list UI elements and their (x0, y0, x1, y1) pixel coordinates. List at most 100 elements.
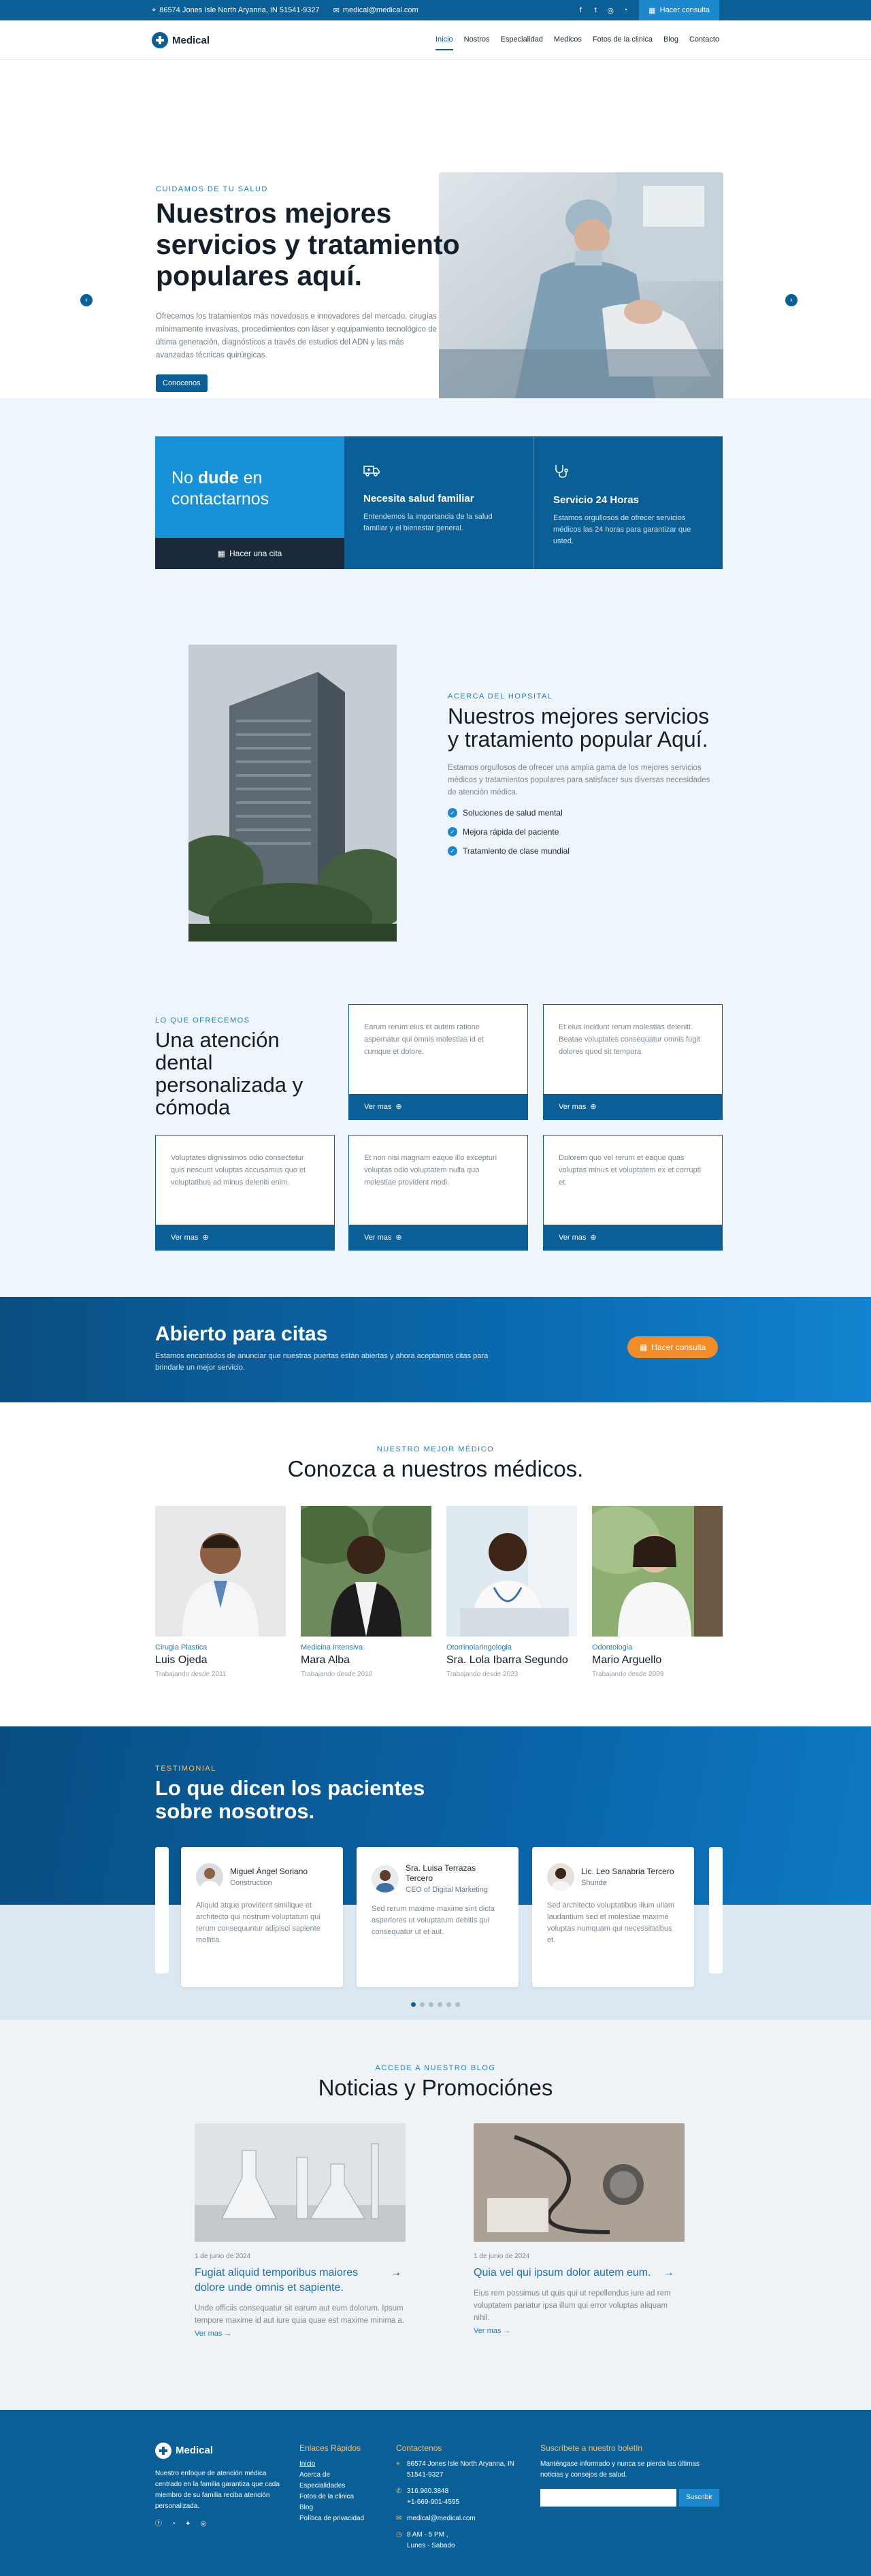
newsletter-email-input[interactable] (540, 2489, 676, 2507)
blog-post-title[interactable]: Fugiat aliquid temporibus maiores dolore… (195, 2266, 406, 2296)
doctor-card[interactable]: Otorrinolaringologia Sra. Lola Ibarra Se… (446, 1506, 577, 1678)
footer-contact-col: Contactenos ⌖ 86574 Jones Isle North Arya… (396, 2443, 525, 2557)
email-text[interactable]: medical@medical.com (343, 6, 418, 14)
stethoscope-icon (553, 465, 570, 481)
facebook-icon[interactable]: f (576, 6, 585, 14)
hospital-building-photo (188, 645, 397, 941)
footer-link[interactable]: Fotos de la clinica (299, 2492, 388, 2502)
doctor-card[interactable]: Cirugia Plastica Luis Ojeda Trabajando d… (155, 1506, 286, 1678)
email-info[interactable]: ✉ medical@medical.com (333, 6, 418, 15)
blog-eyebrow: ACCEDE A NUESTRO BLOG (375, 2064, 496, 2072)
services-intro: LO QUE OFRECEMOS Una atención dental per… (155, 1016, 332, 1118)
hero-section: CUIDAMOS DE TU SALUD Nuestros mejores se… (0, 60, 871, 406)
nav-link-contacto[interactable]: Contacto (689, 30, 719, 50)
footer-about-text: Nuestro enfoque de atención médica centr… (155, 2470, 280, 2510)
service-card: Dolorem quo vel rerum et eaque quas volu… (543, 1135, 723, 1251)
service-text: Et eius incidunt rerum molestias delenit… (559, 1023, 700, 1056)
twitter-icon[interactable]: ✦ (185, 2519, 191, 2530)
pagination-dot[interactable] (411, 2002, 416, 2007)
doctor-card[interactable]: Odontologia Mario Arguello Trabajando de… (592, 1506, 723, 1678)
hero-cta-button[interactable]: Conocenos (156, 374, 208, 392)
twitter-icon[interactable]: t (591, 6, 599, 14)
footer-link[interactable]: Especialidades (299, 2481, 388, 2492)
footer-hours: ◷ 8 AM - 5 PM , Lunes - Sabado (396, 2530, 525, 2551)
consult-button[interactable]: ▦ Hacer consulta (639, 0, 719, 20)
mail-icon: ✉ (333, 6, 340, 15)
appointment-button[interactable]: ▦ Hacer una cita (155, 538, 344, 569)
check-icon: ✓ (448, 827, 457, 837)
arrow-right-circle-icon: ⊕ (395, 1234, 402, 1242)
footer-link[interactable]: Acerca de (299, 2470, 388, 2481)
feature-text: Entendemos la importancia de la salud fa… (363, 513, 493, 532)
nav-links: Inicio Nostros Especialidad Medicos Foto… (435, 30, 719, 50)
arrow-right-circle-icon: ⊕ (202, 1234, 209, 1242)
brand-name: Medical (172, 34, 210, 46)
blog-post-image[interactable] (474, 2123, 685, 2242)
check-icon: ✓ (448, 846, 457, 856)
blog-post-date: 1 de junio de 2024 (474, 2253, 530, 2260)
footer-phone[interactable]: ✆ 316.960.3848 +1-669-901-4595 (396, 2486, 525, 2508)
blog-post-title[interactable]: Quia vel qui ipsum dolor autem eum. → (474, 2266, 685, 2281)
contact-us-panel: No dude en contactarnos ▦ Hacer una cita (155, 436, 344, 569)
cta-consult-button[interactable]: ▦ Hacer consulta (627, 1336, 719, 1358)
pagination-dot[interactable] (446, 2002, 451, 2007)
footer-link[interactable]: Blog (299, 2502, 388, 2513)
main-nav: Medical Inicio Nostros Especialidad Medi… (0, 20, 871, 60)
checklist-item: ✓ Soluciones de salud mental (448, 808, 720, 818)
nav-link-fotos[interactable]: Fotos de la clinica (593, 30, 653, 50)
slider-next-arrow-icon[interactable]: › (785, 294, 798, 306)
facebook-icon[interactable]: ⓕ (155, 2519, 162, 2530)
doctor-card[interactable]: Medicina Intensiva Mara Alba Trabajando … (301, 1506, 431, 1678)
whatsapp-icon[interactable]: ◔ (621, 6, 629, 14)
service-more-button[interactable]: Ver mas ⊕ (349, 1094, 527, 1119)
footer-link[interactable]: Política de privacidad (299, 2513, 388, 2524)
brand-logo[interactable]: Medical (152, 32, 210, 48)
blog-post-image[interactable] (195, 2123, 406, 2242)
nav-link-nostros[interactable]: Nostros (464, 30, 490, 50)
arrow-right-circle-icon: ⊕ (395, 1103, 402, 1111)
testimonial-name: Miguel Ángel Soriano (230, 1867, 308, 1876)
whatsapp-icon[interactable]: ◔ (171, 2519, 176, 2530)
service-more-button[interactable]: Ver mas ⊕ (156, 1225, 334, 1250)
slider-prev-arrow-icon[interactable]: ‹ (80, 294, 93, 306)
testimonial-role: Shunde (581, 1879, 607, 1887)
nav-link-medicos[interactable]: Medicos (554, 30, 582, 50)
doctors-section: NUESTRO MEJOR MÉDICO Conozca a nuestros … (0, 1402, 871, 1726)
pagination-dot[interactable] (420, 2002, 425, 2007)
nav-link-especialidad[interactable]: Especialidad (501, 30, 543, 50)
footer-logo[interactable]: Medical (155, 2443, 291, 2459)
nav-link-blog[interactable]: Blog (663, 30, 678, 50)
checklist-item: ✓ Tratamiento de clase mundial (448, 846, 720, 856)
address-info: ⌖ 86574 Jones Isle North Aryanna, IN 515… (152, 6, 320, 15)
subscribe-button[interactable]: Suscribir (679, 2489, 719, 2507)
instagram-icon[interactable]: ◎ (606, 6, 614, 15)
testimonial-text: Sed rerum maxime maxime sint dicta asper… (372, 1905, 495, 1936)
service-more-button[interactable]: Ver mas ⊕ (544, 1094, 722, 1119)
pagination-dot[interactable] (455, 2002, 460, 2007)
footer-link[interactable]: Inicio (299, 2459, 388, 2470)
pagination-dot[interactable] (429, 2002, 433, 2007)
blog-post-card: 1 de junio de 2024 Fugiat aliquid tempor… (195, 2123, 406, 2339)
hero-eyebrow: CUIDAMOS DE TU SALUD (156, 185, 268, 193)
blog-read-more-link[interactable]: Ver mas → (474, 2327, 510, 2335)
service-more-button[interactable]: Ver mas ⊕ (544, 1225, 722, 1250)
feature-text: Estamos orgullosos de ofrecer servicios … (553, 514, 691, 545)
pagination-dot[interactable] (438, 2002, 442, 2007)
blog-post-excerpt: Eius rem possimus ut quis qui ut repelle… (474, 2289, 671, 2322)
instagram-icon[interactable]: ◎ (200, 2519, 206, 2530)
check-icon: ✓ (448, 808, 457, 818)
blog-read-more-link[interactable]: Ver mas → (195, 2330, 231, 2338)
contact-feature-strip: No dude en contactarnos ▦ Hacer una cita… (155, 436, 723, 569)
doctor-name: Luis Ojeda (155, 1654, 208, 1666)
about-title: Nuestros mejores servicios y tratamiento… (448, 704, 710, 752)
nav-link-inicio[interactable]: Inicio (435, 30, 453, 50)
footer-links-title: Enlaces Rápidos (299, 2443, 361, 2453)
footer-email[interactable]: ✉ medical@medical.com (396, 2513, 525, 2524)
doctor-photo (155, 1506, 286, 1637)
feature-title: Necesita salud familiar (363, 493, 474, 504)
service-more-button[interactable]: Ver mas ⊕ (349, 1225, 527, 1250)
doctor-specialty: Medicina Intensiva (301, 1643, 363, 1652)
arrow-right-circle-icon: ⊕ (590, 1103, 597, 1111)
service-text: Et non nisi magnam eaque illo excepturi … (364, 1154, 497, 1187)
ambulance-icon (363, 466, 380, 480)
